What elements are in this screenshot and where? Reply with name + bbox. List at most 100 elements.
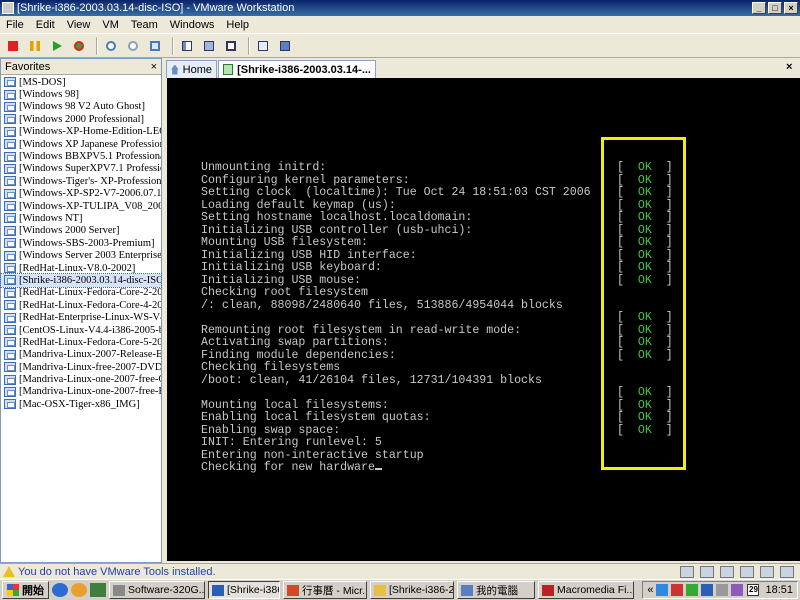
device-icon[interactable] xyxy=(680,565,694,578)
favorites-item[interactable]: [Windows BBXPV5.1 Professional] xyxy=(1,150,161,162)
taskbar-button[interactable]: 行事曆 - Micr... xyxy=(283,581,367,599)
favorites-item[interactable]: [Windows-Tiger's- XP-Professional-20 xyxy=(1,175,161,187)
favorites-item[interactable]: [Windows 98 V2 Auto Ghost] xyxy=(1,101,161,113)
cdrom-icon[interactable] xyxy=(700,565,714,578)
antivirus-icon[interactable] xyxy=(671,584,684,596)
media-player-icon[interactable] xyxy=(71,583,87,597)
taskbar-button[interactable]: Macromedia Fi... xyxy=(538,581,634,599)
menu-bar: File Edit View VM Team Windows Help xyxy=(0,16,800,33)
favorites-item[interactable]: [Mandriva-Linux-free-2007-DVD] xyxy=(1,361,161,373)
security-icon[interactable] xyxy=(686,584,699,596)
vm-icon xyxy=(4,374,16,385)
messenger-icon[interactable] xyxy=(731,584,744,596)
favorites-item[interactable]: [Mac-OSX-Tiger-x86_IMG] xyxy=(1,398,161,410)
vmware-app-icon xyxy=(2,2,14,14)
taskbar-button[interactable]: Software-320G... xyxy=(109,581,205,599)
vmware-tray-icon[interactable] xyxy=(701,584,714,596)
vm-icon xyxy=(4,275,16,286)
network-icon[interactable] xyxy=(720,565,734,578)
favorites-item-label: [Mandriva-Linux-2007-Release-Eng-C xyxy=(19,349,161,361)
close-button[interactable]: × xyxy=(784,2,798,14)
reset-icon[interactable] xyxy=(70,37,88,55)
favorites-item-label: [Windows 98] xyxy=(19,89,79,101)
snapshot-icon[interactable] xyxy=(102,37,120,55)
vm-icon xyxy=(4,201,16,212)
favorites-item[interactable]: [MS-DOS] xyxy=(1,76,161,88)
favorites-item[interactable]: [Mandriva-Linux-one-2007-free-Gnor xyxy=(1,373,161,385)
vmware-tools-warning[interactable]: You do not have VMware Tools installed. xyxy=(18,566,680,578)
vm-icon xyxy=(4,225,16,236)
close-tab-icon[interactable]: × xyxy=(786,61,792,73)
menu-help[interactable]: Help xyxy=(226,19,249,31)
favorites-item-label: [RedHat-Linux-Fedora-Core-4-2005] xyxy=(19,299,161,311)
console-line-text: Activating swap partitions: xyxy=(201,336,389,349)
menu-edit[interactable]: Edit xyxy=(36,19,55,31)
sidebar-icon[interactable] xyxy=(178,37,196,55)
favorites-item[interactable]: [CentOS-Linux-V4.4-i386-2005-bin1- xyxy=(1,324,161,336)
maximize-button[interactable]: □ xyxy=(768,2,782,14)
revert-snapshot-icon[interactable] xyxy=(124,37,142,55)
desktop-icon[interactable] xyxy=(90,583,106,597)
network-tray-icon[interactable] xyxy=(656,584,669,596)
snapshot-manager-icon[interactable] xyxy=(146,37,164,55)
favorites-item[interactable]: [Windows-XP-Home-Edition-LEO] xyxy=(1,126,161,138)
taskbar-button[interactable]: [Shrike-i386-2... xyxy=(208,581,280,599)
favorites-item[interactable]: [Windows 2000 Professional] xyxy=(1,113,161,125)
menu-file[interactable]: File xyxy=(6,19,24,31)
favorites-item[interactable]: [Windows-XP-SP2-V7-2006.07.14_IS xyxy=(1,188,161,200)
power-off-icon[interactable] xyxy=(4,37,22,55)
console-line-text: Initializing USB mouse: xyxy=(201,273,362,287)
favorites-item[interactable]: [Mandriva-Linux-one-2007-free-KDE xyxy=(1,386,161,398)
tab-home[interactable]: Home xyxy=(166,60,217,78)
console-view-icon[interactable] xyxy=(276,37,294,55)
summary-view-icon[interactable] xyxy=(254,37,272,55)
favorites-item[interactable]: [RedHat-Enterprise-Linux-WS-V4.0-2 xyxy=(1,311,161,323)
favorites-item-label: [RedHat-Linux-Fedora-Core-5-2006-i xyxy=(19,336,161,348)
favorites-item-label: [Windows-XP-TULIPA_V08_2006.08 xyxy=(19,200,161,212)
full-screen-icon[interactable] xyxy=(222,37,240,55)
menu-vm[interactable]: VM xyxy=(102,19,119,31)
vm-icon xyxy=(4,287,16,298)
usb-icon[interactable] xyxy=(740,565,754,578)
favorites-item[interactable]: [Windows 2000 Server] xyxy=(1,225,161,237)
app-icon xyxy=(113,584,125,596)
favorites-item-label: [Windows 2000 Professional] xyxy=(19,113,144,125)
favorites-item[interactable]: [RedHat-Linux-V8.0-2002] xyxy=(1,262,161,274)
power-on-icon[interactable] xyxy=(48,37,66,55)
favorites-item[interactable]: [RedHat-Linux-Fedora-Core-4-2005] xyxy=(1,299,161,311)
favorites-item[interactable]: [Windows 98] xyxy=(1,88,161,100)
clock[interactable]: 18:51 xyxy=(765,584,793,596)
favorites-item[interactable]: [Windows NT] xyxy=(1,212,161,224)
console-line-text: Setting clock (localtime): Tue Oct 24 18… xyxy=(201,186,591,199)
internet-explorer-icon[interactable] xyxy=(52,583,68,597)
favorites-item[interactable]: [RedHat-Linux-Fedora-Core-5-2006-i xyxy=(1,336,161,348)
sound-icon[interactable] xyxy=(760,565,774,578)
quick-switch-icon[interactable] xyxy=(200,37,218,55)
favorites-item[interactable]: [Mandriva-Linux-2007-Release-Eng-C xyxy=(1,349,161,361)
minimize-button[interactable]: _ xyxy=(752,2,766,14)
favorites-item[interactable]: [Windows Server 2003 Enterprise Edit xyxy=(1,249,161,261)
menu-team[interactable]: Team xyxy=(131,19,158,31)
volume-icon[interactable] xyxy=(716,584,729,596)
console-line-text: Setting hostname localhost.localdomain: xyxy=(201,211,473,224)
favorites-item[interactable]: [Windows XP Japanese Professional] xyxy=(1,138,161,150)
calendar-date-badge[interactable]: 29 xyxy=(747,584,760,596)
favorites-item[interactable]: [RedHat-Linux-Fedora-Core-2-2004] xyxy=(1,287,161,299)
tray-expand-icon[interactable]: « xyxy=(647,584,653,596)
favorites-item[interactable]: [Windows SuperXPV7.1 Professional] xyxy=(1,163,161,175)
favorites-close-icon[interactable]: × xyxy=(151,61,157,73)
taskbar-button[interactable]: 我的電腦 xyxy=(457,581,535,599)
taskbar-button-label: Macromedia Fi... xyxy=(557,584,634,596)
favorites-item-label: [Windows 98 V2 Auto Ghost] xyxy=(19,101,145,113)
menu-view[interactable]: View xyxy=(67,19,91,31)
vm-icon xyxy=(4,300,16,311)
suspend-icon[interactable] xyxy=(26,37,44,55)
favorites-item[interactable]: [Windows-SBS-2003-Premium] xyxy=(1,237,161,249)
taskbar-button[interactable]: [Shrike-i386-2... xyxy=(370,581,454,599)
start-button[interactable]: 開始 xyxy=(2,581,49,599)
message-icon[interactable] xyxy=(780,565,794,578)
favorites-item[interactable]: [Shrike-i386-2003.03.14-disc-ISO] xyxy=(0,273,162,288)
menu-windows[interactable]: Windows xyxy=(170,19,215,31)
tab-vm[interactable]: [Shrike-i386-2003.03.14-... xyxy=(218,60,376,78)
favorites-item[interactable]: [Windows-XP-TULIPA_V08_2006.08 xyxy=(1,200,161,212)
